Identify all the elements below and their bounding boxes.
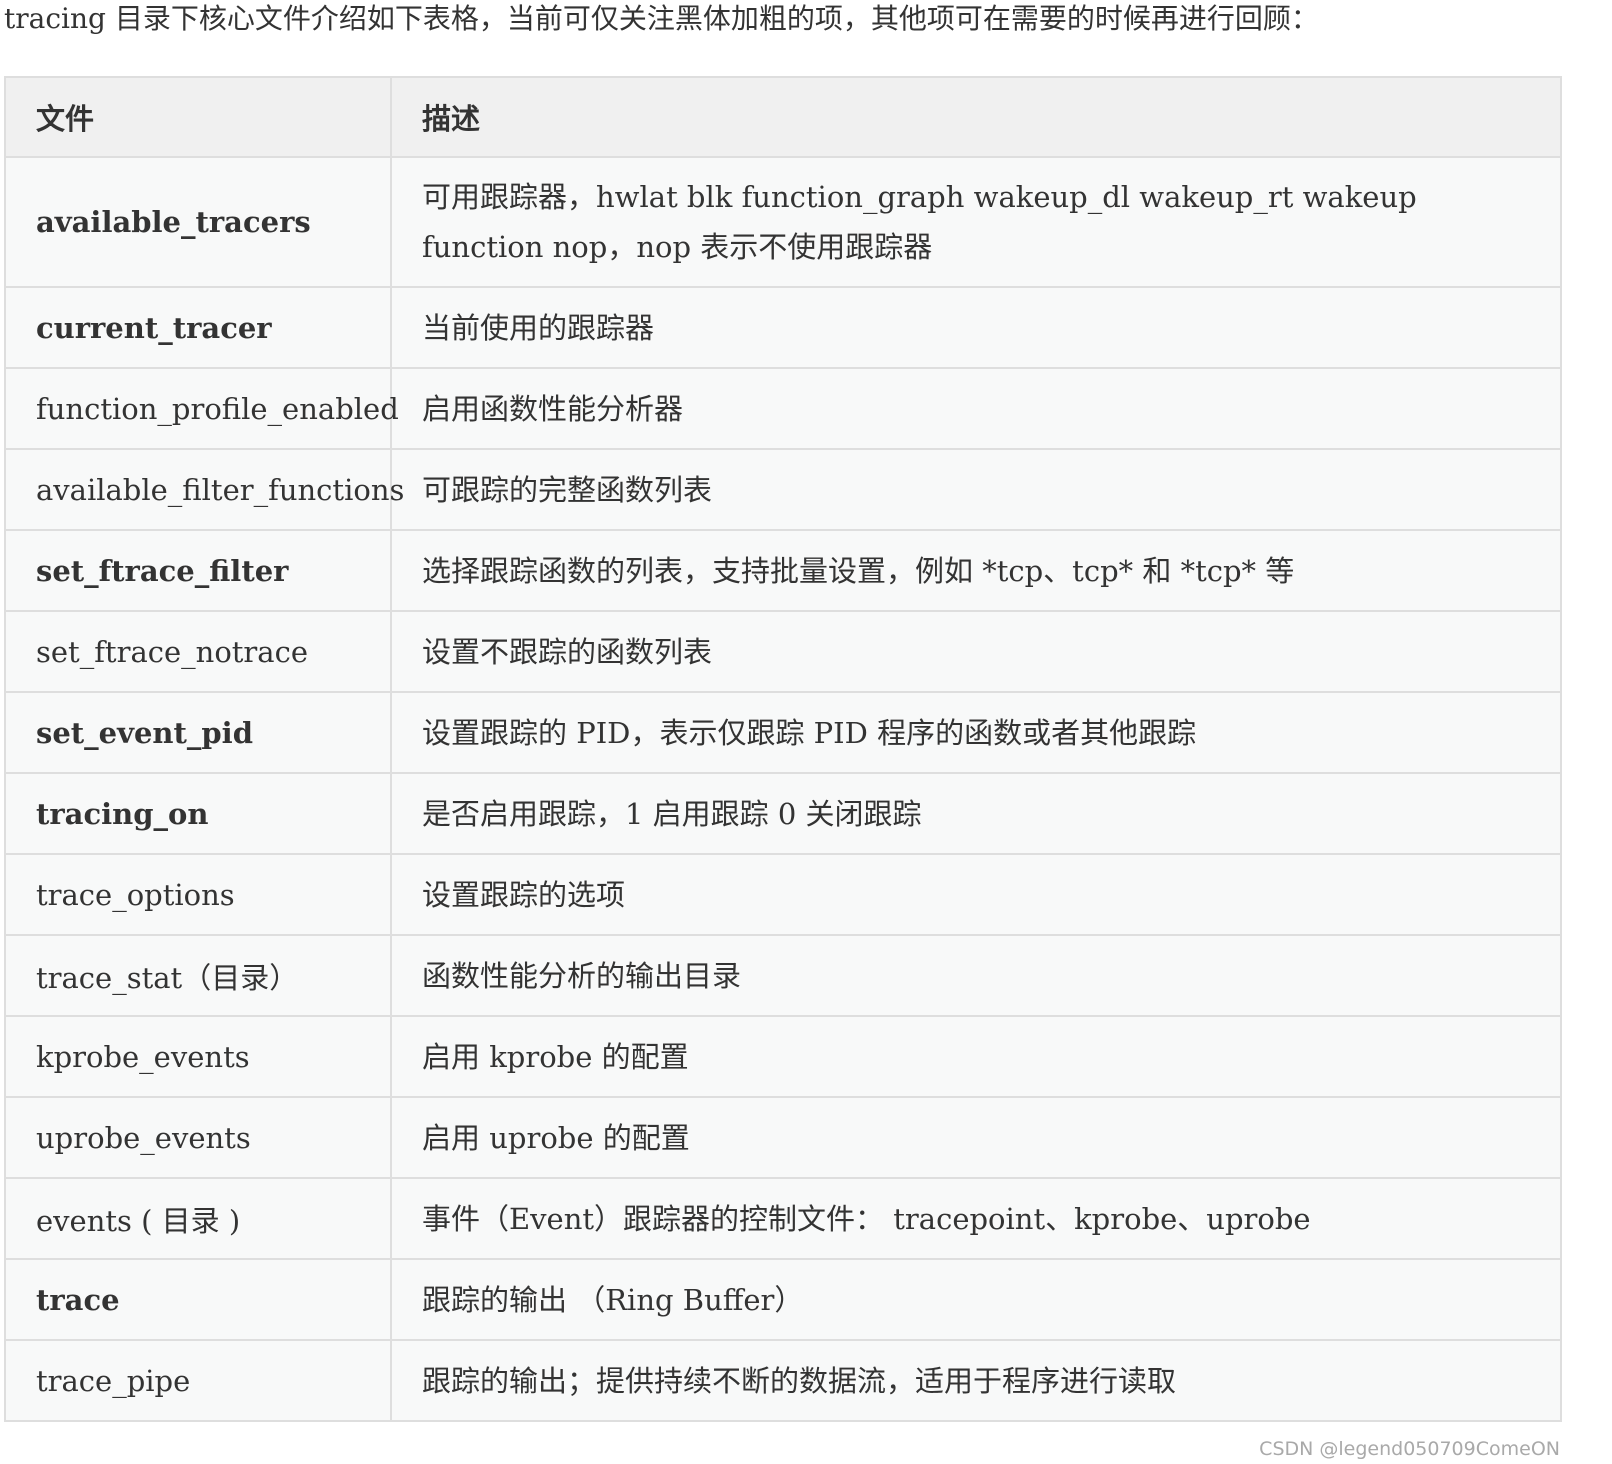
table-row: trace_pipe 跟踪的输出；提供持续不断的数据流，适用于程序进行读取 (4, 1339, 1562, 1422)
file-name-cell: trace (4, 1258, 392, 1341)
table-row: trace_options 设置跟踪的选项 (4, 853, 1562, 936)
table-header-row: 文件 描述 (4, 76, 1562, 158)
description-cell: 事件（Event）跟踪器的控制文件： tracepoint、kprobe、upr… (390, 1177, 1562, 1260)
table-row: trace 跟踪的输出 （Ring Buffer） (4, 1258, 1562, 1341)
description-cell: 函数性能分析的输出目录 (390, 934, 1562, 1017)
description-cell: 可用跟踪器，hwlat blk function_graph wakeup_dl… (390, 156, 1562, 288)
table-row: set_event_pid 设置跟踪的 PID，表示仅跟踪 PID 程序的函数或者… (4, 691, 1562, 774)
file-name-cell: set_event_pid (4, 691, 392, 774)
description-cell: 可跟踪的完整函数列表 (390, 448, 1562, 531)
file-name-cell: set_ftrace_filter (4, 529, 392, 612)
table-row: kprobe_events 启用 kprobe 的配置 (4, 1015, 1562, 1098)
description-cell: 设置跟踪的选项 (390, 853, 1562, 936)
file-name-cell: trace_pipe (4, 1339, 392, 1422)
file-name-cell: events ( 目录 ) (4, 1177, 392, 1260)
file-name-cell: tracing_on (4, 772, 392, 855)
table-row: set_ftrace_notrace 设置不跟踪的函数列表 (4, 610, 1562, 693)
table-row: available_filter_functions 可跟踪的完整函数列表 (4, 448, 1562, 531)
table-row: available_tracers 可用跟踪器，hwlat blk functio… (4, 156, 1562, 288)
file-name-cell: available_tracers (4, 156, 392, 288)
file-name-cell: function_profile_enabled (4, 367, 399, 450)
table-body: available_tracers 可用跟踪器，hwlat blk functio… (4, 156, 1562, 1422)
description-cell: 是否启用跟踪，1 启用跟踪 0 关闭跟踪 (390, 772, 1562, 855)
file-name-cell: trace_options (4, 853, 392, 936)
table-row: current_tracer 当前使用的跟踪器 (4, 286, 1562, 369)
table-row: uprobe_events 启用 uprobe 的配置 (4, 1096, 1562, 1179)
file-name-cell: trace_stat（目录） (4, 934, 392, 1017)
description-cell: 选择跟踪函数的列表，支持批量设置，例如 *tcp、tcp* 和 *tcp* 等 (390, 529, 1562, 612)
intro-text: tracing 目录下核心文件介绍如下表格，当前可仅关注黑体加粗的项，其他项可在… (4, 2, 1319, 35)
description-cell: 启用 uprobe 的配置 (390, 1096, 1562, 1179)
file-name-cell: current_tracer (4, 286, 392, 369)
table-row: events ( 目录 ) 事件（Event）跟踪器的控制文件： tracepoi… (4, 1177, 1562, 1260)
column-header-description: 描述 (390, 76, 1562, 158)
description-cell: 当前使用的跟踪器 (390, 286, 1562, 369)
description-cell: 跟踪的输出；提供持续不断的数据流，适用于程序进行读取 (390, 1339, 1562, 1422)
table-row: tracing_on 是否启用跟踪，1 启用跟踪 0 关闭跟踪 (4, 772, 1562, 855)
description-cell: 设置跟踪的 PID，表示仅跟踪 PID 程序的函数或者其他跟踪 (390, 691, 1562, 774)
table-row: trace_stat（目录） 函数性能分析的输出目录 (4, 934, 1562, 1017)
description-cell: 设置不跟踪的函数列表 (390, 610, 1562, 693)
file-name-cell: kprobe_events (4, 1015, 392, 1098)
files-table: 文件 描述 available_tracers 可用跟踪器，hwlat blk f… (4, 76, 1562, 1422)
table-row: set_ftrace_filter 选择跟踪函数的列表，支持批量设置，例如 *tc… (4, 529, 1562, 612)
column-header-file: 文件 (4, 76, 392, 158)
file-name-cell: uprobe_events (4, 1096, 392, 1179)
file-name-cell: set_ftrace_notrace (4, 610, 392, 693)
file-name-cell: available_filter_functions (4, 448, 404, 531)
watermark: CSDN @legend050709ComeON (1259, 1438, 1560, 1460)
description-cell: 启用 kprobe 的配置 (390, 1015, 1562, 1098)
description-cell: 启用函数性能分析器 (390, 367, 1562, 450)
table-row: function_profile_enabled 启用函数性能分析器 (4, 367, 1562, 450)
description-cell: 跟踪的输出 （Ring Buffer） (390, 1258, 1562, 1341)
